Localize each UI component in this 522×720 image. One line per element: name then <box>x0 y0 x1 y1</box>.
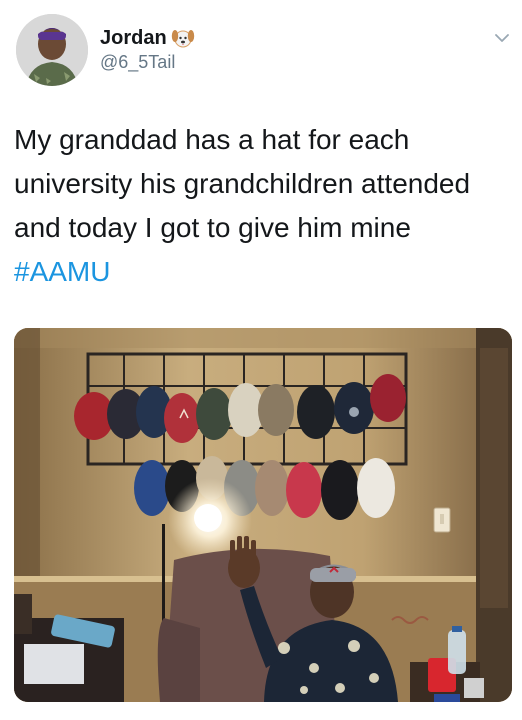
display-name[interactable]: Jordan <box>100 26 167 50</box>
dog-face-icon <box>171 27 195 49</box>
tweet-card: Jordan @6_5Tail My granddad has a hat fo… <box>0 0 522 720</box>
chevron-down-icon[interactable] <box>492 28 512 48</box>
photo-scene <box>14 328 512 702</box>
avatar[interactable] <box>16 14 88 86</box>
user-handle[interactable]: @6_5Tail <box>100 51 195 73</box>
avatar-photo <box>16 14 88 86</box>
tweet-text: My granddad has a hat for each universit… <box>14 118 510 294</box>
display-name-row: Jordan <box>100 26 195 50</box>
tweet-body-text: My granddad has a hat for each universit… <box>14 124 471 243</box>
hashtag-link[interactable]: #AAMU <box>14 256 110 287</box>
tweet-header: Jordan @6_5Tail <box>100 26 195 73</box>
tweet-photo[interactable] <box>14 328 512 702</box>
